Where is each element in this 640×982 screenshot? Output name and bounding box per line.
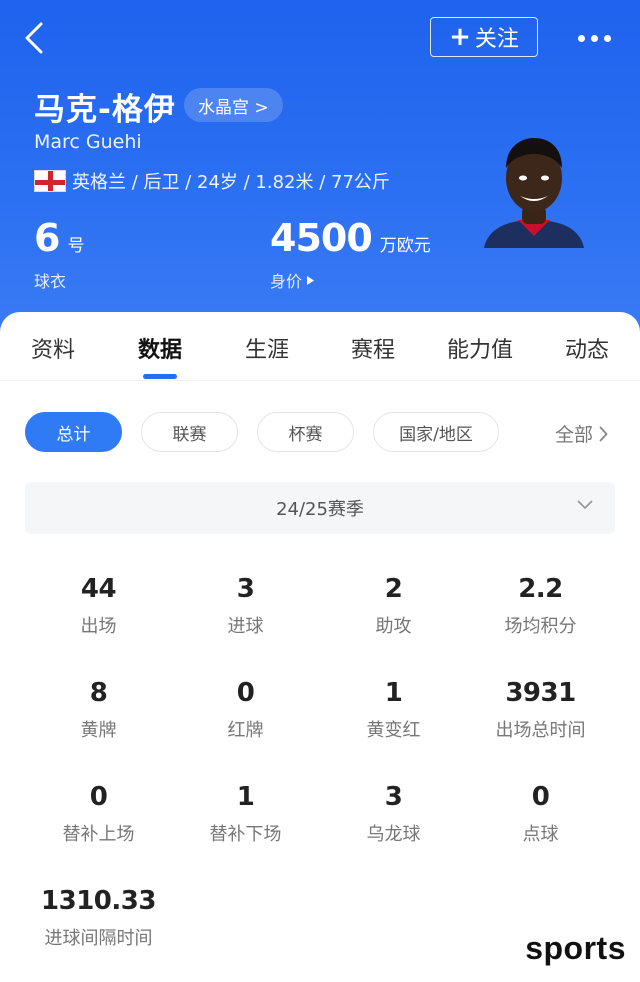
stat-label: 进球间隔时间 <box>44 928 153 949</box>
stat-second-yellow: 1 黄变红 <box>320 678 467 742</box>
stat-value: 1 <box>236 782 255 812</box>
england-flag-icon <box>34 170 66 192</box>
player-info: 英格兰 / 后卫 / 24岁 / 1.82米 / 77公斤 <box>34 168 390 194</box>
stat-value: 0 <box>236 678 255 708</box>
stat-value: 8 <box>89 678 108 708</box>
stat-label: 乌龙球 <box>366 824 421 845</box>
market-value-unit: 万欧元 <box>379 236 431 256</box>
stat-label: 场均积分 <box>504 616 577 637</box>
stat-assists: 2 助攻 <box>320 574 467 638</box>
player-avatar <box>484 138 584 248</box>
filter-total[interactable]: 总计 <box>25 412 122 452</box>
tab-news[interactable]: 动态 <box>565 332 609 364</box>
back-button[interactable] <box>16 20 52 56</box>
market-value-caption: 身价 <box>270 272 303 291</box>
stat-value: 3 <box>384 782 403 812</box>
stat-value: 2 <box>384 574 403 604</box>
stat-label: 出场总时间 <box>495 720 586 741</box>
tab-career[interactable]: 生涯 <box>245 332 289 364</box>
tab-schedule[interactable]: 赛程 <box>351 332 395 364</box>
stat-value: 2.2 <box>518 574 563 604</box>
stat-appearances: 44 出场 <box>25 574 172 638</box>
shirt-number-value: 6 <box>34 216 60 260</box>
stat-minutes-per-goal: 1310.33 进球间隔时间 <box>25 886 172 950</box>
stat-own-goals: 3 乌龙球 <box>320 782 467 846</box>
stat-red-cards: 0 红牌 <box>172 678 319 742</box>
stat-value: 3 <box>236 574 255 604</box>
filter-national[interactable]: 国家/地区 <box>373 412 499 452</box>
content-card: 资料 数据 生涯 赛程 能力值 动态 总计 联赛 杯赛 国家/地区 全部 24/… <box>0 312 640 982</box>
player-info-text: 英格兰 / 后卫 / 24岁 / 1.82米 / 77公斤 <box>72 172 390 193</box>
stat-sub-off: 1 替补下场 <box>172 782 319 846</box>
shirt-number: 6 号 <box>34 216 84 260</box>
triangle-right-icon <box>307 275 315 285</box>
chevron-down-icon <box>577 500 593 509</box>
filter-cup[interactable]: 杯赛 <box>257 412 354 452</box>
stat-label: 替补下场 <box>209 824 282 845</box>
stat-value: 44 <box>80 574 117 604</box>
club-label: 水晶宫 > <box>198 97 269 118</box>
player-name: 马克-格伊 <box>34 92 176 128</box>
stat-label: 黄牌 <box>80 720 117 741</box>
filter-all-button[interactable]: 全部 <box>555 420 608 447</box>
stat-label: 出场 <box>80 616 117 637</box>
shirt-caption: 球衣 <box>34 272 67 291</box>
market-value: 4500 万欧元 <box>270 216 431 260</box>
shirt-number-unit: 号 <box>67 236 85 256</box>
stat-sub-on: 0 替补上场 <box>25 782 172 846</box>
season-selector[interactable]: 24/25赛季 <box>25 482 615 534</box>
tab-bar: 资料 数据 生涯 赛程 能力值 动态 <box>0 312 640 380</box>
club-link[interactable]: 水晶宫 > <box>184 88 283 122</box>
season-label: 24/25赛季 <box>276 499 364 520</box>
active-tab-indicator <box>143 374 177 379</box>
stat-goals: 3 进球 <box>172 574 319 638</box>
filter-all-label: 全部 <box>555 424 594 446</box>
divider <box>0 380 640 381</box>
watermark: sports <box>525 930 626 966</box>
tab-data[interactable]: 数据 <box>138 332 182 364</box>
stat-minutes-played: 3931 出场总时间 <box>467 678 614 742</box>
player-page: + 关注 马克-格伊 水晶宫 > Marc Guehi 英格兰 / 后卫 / 2… <box>0 0 640 982</box>
filter-league[interactable]: 联赛 <box>141 412 238 452</box>
stat-label: 点球 <box>522 824 559 845</box>
stat-value: 3931 <box>505 678 576 708</box>
follow-label: 关注 <box>474 27 519 52</box>
plus-icon: + <box>449 22 471 52</box>
stat-label: 红牌 <box>227 720 264 741</box>
filter-bar: 总计 联赛 杯赛 国家/地区 全部 <box>0 412 640 452</box>
player-name-en: Marc Guehi <box>34 131 142 153</box>
market-value-link[interactable]: 身价 <box>270 268 315 292</box>
stat-label: 替补上场 <box>62 824 135 845</box>
stat-value: 1 <box>384 678 403 708</box>
more-button[interactable] <box>572 26 616 50</box>
tab-profile[interactable]: 资料 <box>31 332 75 364</box>
chevron-left-icon <box>25 22 43 54</box>
tab-ability[interactable]: 能力值 <box>447 332 513 364</box>
stat-points-per-game: 2.2 场均积分 <box>467 574 614 638</box>
market-value-number: 4500 <box>270 216 373 260</box>
chevron-right-icon <box>599 426 608 441</box>
stat-value: 0 <box>531 782 550 812</box>
stat-label: 助攻 <box>375 616 412 637</box>
player-header: + 关注 马克-格伊 水晶宫 > Marc Guehi 英格兰 / 后卫 / 2… <box>0 0 640 340</box>
stat-label: 进球 <box>227 616 264 637</box>
stat-label: 黄变红 <box>366 720 421 741</box>
more-dots-icon <box>577 34 585 42</box>
stat-yellow-cards: 8 黄牌 <box>25 678 172 742</box>
stat-penalties: 0 点球 <box>467 782 614 846</box>
stat-value: 0 <box>89 782 108 812</box>
follow-button[interactable]: + 关注 <box>430 17 538 57</box>
stat-value: 1310.33 <box>41 886 156 916</box>
